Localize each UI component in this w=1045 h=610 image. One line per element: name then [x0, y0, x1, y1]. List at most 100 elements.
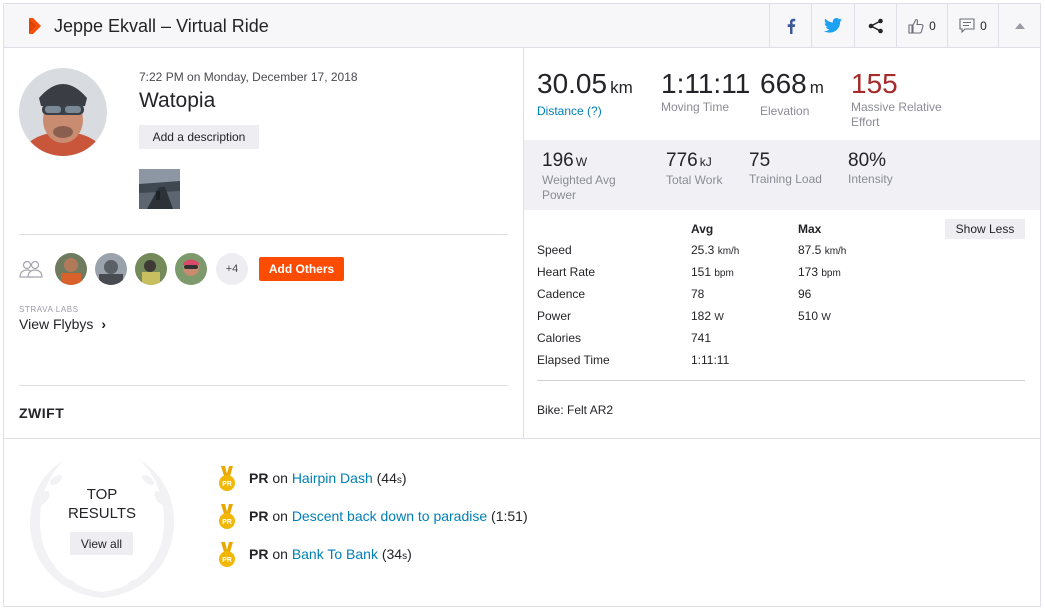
twitter-share-button[interactable]: [811, 4, 854, 47]
stat-unit: W: [575, 155, 588, 169]
medal-icon: PR: [219, 504, 235, 529]
divider: [537, 380, 1025, 381]
table-row: Calories 741: [537, 331, 1027, 353]
comment-icon: [959, 18, 975, 33]
divider: [19, 385, 508, 386]
row-label: Cadence: [537, 287, 586, 301]
medal-badge-label: PR: [222, 481, 232, 488]
stat-value: 80%: [848, 150, 887, 171]
strava-chevron-icon: [29, 18, 41, 34]
stat-value: 155: [851, 68, 898, 99]
activity-photo-thumbnail[interactable]: [139, 169, 180, 209]
medal-badge-label: PR: [222, 519, 232, 526]
achievement-time: (1:51): [491, 508, 528, 524]
activity-header: Jeppe Ekvall – Virtual Ride 0 0: [4, 4, 1040, 48]
time-close: ): [401, 470, 407, 486]
top-results-line1: TOP: [86, 486, 118, 503]
view-flybys-link[interactable]: View Flybys ›: [19, 316, 106, 332]
stat-intensity[interactable]: 80% Intensity: [848, 150, 893, 187]
show-less-button[interactable]: Show Less: [945, 219, 1025, 239]
group-athlete-avatar[interactable]: [175, 253, 207, 285]
stat-label: Training Load: [749, 172, 822, 186]
divider: [4, 438, 1040, 439]
segment-link[interactable]: Bank To Bank: [292, 546, 378, 562]
avg-unit: bpm: [714, 268, 734, 279]
comments-button[interactable]: 0: [947, 4, 998, 47]
kudos-icon: [908, 18, 924, 34]
avg-unit: km/h: [717, 246, 740, 257]
athlete-avatar[interactable]: [19, 68, 107, 156]
facebook-icon: [787, 18, 795, 34]
stat-label: Effort: [851, 115, 880, 129]
view-all-button[interactable]: View all: [70, 532, 133, 555]
row-label: Power: [537, 309, 572, 323]
stat-label: Intensity: [848, 172, 893, 186]
stat-moving-time: 1:11:11 Moving Time: [661, 68, 750, 115]
column-divider: [523, 48, 524, 438]
medal-icon: PR: [219, 542, 235, 567]
group-athlete-avatar[interactable]: [135, 253, 167, 285]
page-title: Jeppe Ekvall – Virtual Ride: [54, 16, 269, 36]
max-value: 173: [798, 265, 819, 279]
achievement-text: PR on Bank To Bank (34s): [249, 546, 412, 562]
group-athlete-avatar[interactable]: [95, 253, 127, 285]
add-others-button[interactable]: Add Others: [259, 257, 344, 281]
avg-value: 182: [691, 309, 712, 323]
segment-link[interactable]: Hairpin Dash: [292, 470, 373, 486]
avg-value: 1:11:11: [691, 353, 730, 367]
divider: [19, 234, 508, 235]
stat-relative-effort[interactable]: 155 Massive Relative Effort: [851, 68, 942, 130]
stat-label: Total Work: [666, 173, 723, 187]
max-unit: W: [821, 312, 831, 323]
stat-training-load[interactable]: 75 Training Load: [749, 150, 822, 187]
achievement-text: PR on Hairpin Dash (44s): [249, 470, 407, 486]
achievement-type: PR: [249, 508, 269, 524]
activity-location: Watopia: [139, 89, 216, 112]
max-value: 510: [798, 309, 819, 323]
stat-label: Elevation: [760, 104, 810, 118]
achievement-text: PR on Descent back down to paradise (1:5…: [249, 508, 528, 524]
share-icon: [868, 18, 883, 33]
medal-badge-label: PR: [222, 557, 232, 564]
stat-value: 1:11:11: [661, 68, 751, 99]
strava-labs-label: STRAVA LABS: [19, 305, 79, 314]
chevron-right-icon: ›: [101, 316, 106, 332]
stat-total-work: 776 kJ Total Work: [666, 150, 722, 188]
time-close: ): [407, 546, 412, 562]
athlete-photo: [19, 68, 107, 156]
stat-unit: m: [809, 78, 824, 97]
stat-label: Weighted Avg: [542, 173, 616, 187]
collapse-button[interactable]: [998, 4, 1040, 47]
achievement-item: PR PR on Bank To Bank (34s): [219, 542, 719, 568]
achievement-on: on: [272, 546, 288, 562]
comments-count: 0: [980, 18, 987, 33]
achievement-on: on: [272, 508, 288, 524]
time-value: (1:51): [491, 508, 528, 524]
max-value: 96: [798, 287, 812, 301]
more-athletes-button[interactable]: +4: [216, 253, 248, 285]
top-results-title: TOP RESULTS: [52, 485, 152, 523]
stat-label: Power: [542, 188, 577, 202]
add-description-button[interactable]: Add a description: [139, 125, 259, 149]
stat-value: 776: [666, 150, 698, 171]
segment-link[interactable]: Descent back down to paradise: [292, 508, 487, 524]
group-icon: [19, 260, 43, 278]
medal-icon: PR: [219, 466, 235, 491]
distance-help-link[interactable]: Distance (?): [537, 104, 633, 119]
share-button[interactable]: [854, 4, 896, 47]
stat-value: 196: [542, 150, 574, 171]
stat-value: 668: [760, 68, 807, 99]
avg-unit: W: [714, 312, 724, 323]
time-value: (34: [381, 546, 403, 562]
row-label: Calories: [537, 331, 582, 345]
max-value: 87.5: [798, 243, 822, 257]
facebook-share-button[interactable]: [769, 4, 811, 47]
stat-unit: kJ: [699, 155, 712, 169]
activity-card: Jeppe Ekvall – Virtual Ride 0 0 7:22 PM …: [3, 3, 1041, 607]
avg-value: 25.3: [691, 243, 715, 257]
group-athlete-avatar[interactable]: [55, 253, 87, 285]
achievement-on: on: [272, 470, 288, 486]
table-row: Cadence 78 96: [537, 287, 1027, 309]
kudos-button[interactable]: 0: [896, 4, 947, 47]
table-row: Heart Rate 151 bpm 173 bpm: [537, 265, 1027, 287]
